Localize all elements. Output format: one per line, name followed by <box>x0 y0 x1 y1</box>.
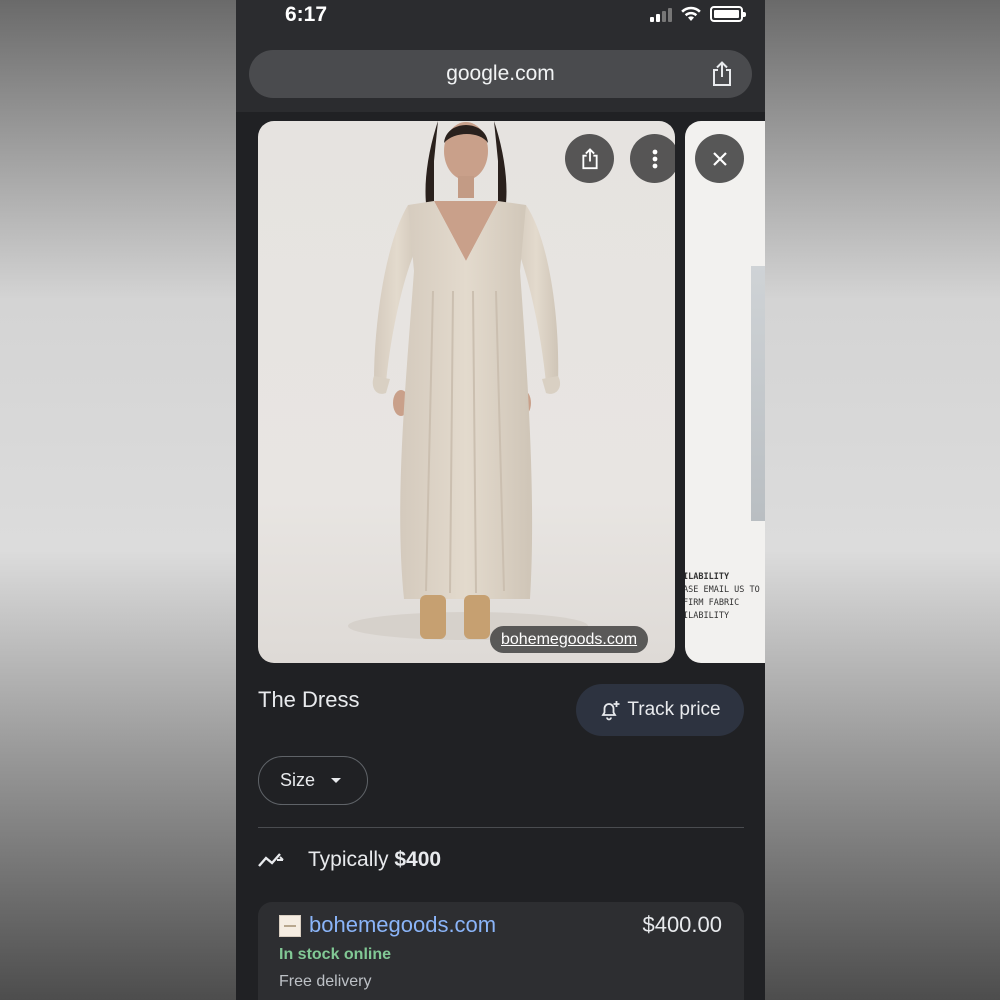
blurred-backdrop-left <box>0 0 236 1000</box>
typical-price-prefix: Typically <box>308 848 389 871</box>
wifi-icon <box>681 6 701 21</box>
blurred-backdrop-right <box>765 0 1000 1000</box>
divider <box>258 827 744 828</box>
next-image-photo <box>751 266 765 521</box>
next-image-line: ASE EMAIL US TO <box>685 585 760 595</box>
delivery-info: Free delivery <box>279 973 372 990</box>
close-icon <box>712 151 727 166</box>
next-image-heading: ILABILITY <box>685 572 730 582</box>
image-source-chip[interactable]: bohemegoods.com <box>490 626 649 653</box>
trending-icon <box>258 853 284 867</box>
status-icons <box>650 6 746 22</box>
share-icon <box>581 147 598 169</box>
stock-status: In stock online <box>279 946 392 963</box>
offer-price: $400.00 <box>642 912 722 937</box>
next-image-card[interactable]: ILABILITY ASE EMAIL US TO FIRM FABRIC ILABI… <box>685 121 765 663</box>
image-share-button[interactable] <box>565 134 614 183</box>
next-image-text: ILABILITY ASE EMAIL US TO FIRM FABRIC ILABI… <box>685 571 760 623</box>
signal-icon <box>650 7 672 22</box>
typical-price-row: Typically $400 <box>258 848 441 872</box>
next-image-line: FIRM FABRIC <box>685 598 740 608</box>
next-image-line: ILABILITY <box>685 611 730 621</box>
battery-icon <box>710 6 746 22</box>
size-dropdown[interactable]: Size <box>258 756 368 805</box>
more-vert-icon <box>652 149 657 168</box>
offer-store-link[interactable]: bohemegoods.com <box>309 912 496 938</box>
product-photo <box>348 121 588 640</box>
phone-screen: 6:17 google.com bohemegoods.com ILABILIT… <box>236 0 765 1000</box>
store-favicon-icon <box>279 915 301 937</box>
typical-price-value: $400 <box>394 848 442 871</box>
status-time: 6:17 <box>285 3 328 26</box>
browser-top-bar: 6:17 google.com <box>236 0 765 112</box>
add-alert-icon <box>601 701 620 721</box>
product-image-card[interactable]: bohemegoods.com <box>258 121 675 663</box>
track-price-button[interactable]: Track price <box>576 684 744 736</box>
address-bar-url: google.com <box>446 62 555 85</box>
address-bar[interactable]: google.com <box>249 50 752 98</box>
offer-card[interactable]: bohemegoods.com $400.00 In stock online … <box>258 902 744 1000</box>
dropdown-caret-icon <box>331 778 342 783</box>
more-options-button[interactable] <box>630 134 675 183</box>
product-title: The Dress <box>258 687 360 712</box>
close-button[interactable] <box>695 134 744 183</box>
size-label: Size <box>280 770 316 790</box>
track-price-label: Track price <box>627 699 721 720</box>
share-icon[interactable] <box>710 61 734 87</box>
